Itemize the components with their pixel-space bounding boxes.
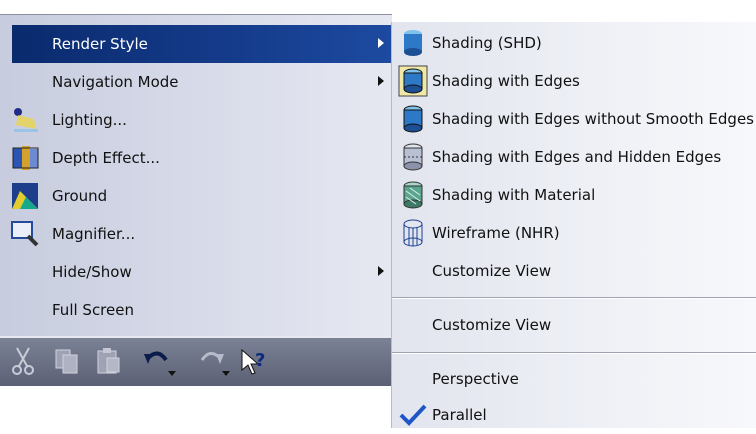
- submenu-item-shading[interactable]: Shading (SHD): [392, 24, 756, 62]
- menu-separator: [392, 352, 756, 354]
- shading-hidden-edges-icon: [403, 143, 423, 171]
- submenu-item-shading-material[interactable]: Shading with Material: [392, 176, 756, 214]
- copy-icon: [55, 349, 78, 374]
- submenu-item-customize-view-2[interactable]: Customize View: [392, 306, 756, 344]
- submenu-item-label: Wireframe (NHR): [432, 224, 560, 242]
- submenu-item-wireframe[interactable]: Wireframe (NHR): [392, 214, 756, 252]
- dropdown-arrow-icon[interactable]: [168, 371, 176, 376]
- submenu-item-label: Shading with Edges without Smooth Edges: [432, 110, 754, 128]
- menu-item-label: Ground: [52, 187, 108, 205]
- submenu-item-shading-hidden-edges[interactable]: Shading with Edges and Hidden Edges: [392, 138, 756, 176]
- menu-item-render-style[interactable]: Render Style: [12, 25, 392, 63]
- submenu-item-label: Customize View: [432, 316, 552, 334]
- menu-item-label: Depth Effect...: [52, 149, 160, 167]
- menu-item-label: Hide/Show: [52, 263, 132, 281]
- svg-text:?: ?: [255, 350, 265, 371]
- menu-item-full-screen[interactable]: Full Screen: [0, 291, 392, 329]
- dropdown-arrow-icon[interactable]: [222, 371, 230, 376]
- submenu-arrow-icon: [378, 38, 384, 48]
- wireframe-icon: [403, 219, 423, 247]
- cut-icon: [12, 347, 34, 375]
- ground-icon: [12, 183, 38, 209]
- submenu-item-label: Shading with Edges: [432, 72, 580, 90]
- edit-toolbar: ?: [0, 336, 392, 386]
- submenu-item-label: Shading with Edges and Hidden Edges: [432, 148, 722, 166]
- shading-material-icon: [403, 181, 423, 209]
- shading-edges-icon: [398, 65, 428, 97]
- menu-separator: [392, 297, 756, 299]
- menu-item-label: Navigation Mode: [52, 73, 179, 91]
- submenu-item-label: Perspective: [432, 370, 519, 388]
- whats-this-icon: ?: [241, 348, 265, 375]
- menu-item-lighting[interactable]: Lighting...: [0, 101, 392, 139]
- view-context-menu: Render Style Navigation Mode Lighting...…: [0, 14, 392, 337]
- submenu-item-shading-edges-no-smooth[interactable]: Shading with Edges without Smooth Edges: [392, 100, 756, 138]
- whats-this-button[interactable]: ?: [238, 344, 268, 378]
- menu-item-label: Magnifier...: [52, 225, 136, 243]
- submenu-item-label: Shading (SHD): [432, 34, 542, 52]
- copy-button[interactable]: [52, 344, 82, 378]
- magnifier-icon: [11, 221, 39, 247]
- lighting-icon: [14, 108, 38, 132]
- shading-edges-no-smooth-icon: [403, 105, 423, 133]
- render-style-submenu: Shading (SHD) Shading with Edges Shading…: [391, 22, 756, 428]
- submenu-item-parallel[interactable]: Parallel: [392, 396, 756, 434]
- shading-icon: [404, 30, 422, 56]
- menu-item-label: Render Style: [52, 35, 148, 53]
- submenu-item-perspective[interactable]: Perspective: [392, 360, 756, 398]
- menu-item-depth-effect[interactable]: Depth Effect...: [0, 139, 392, 177]
- menu-item-ground[interactable]: Ground: [0, 177, 392, 215]
- submenu-item-label: Customize View: [432, 262, 552, 280]
- redo-button[interactable]: [196, 344, 230, 378]
- submenu-item-shading-with-edges[interactable]: Shading with Edges: [392, 62, 756, 100]
- depth-effect-icon: [12, 146, 39, 170]
- submenu-item-label: Parallel: [432, 406, 487, 424]
- cut-button[interactable]: [8, 344, 38, 378]
- submenu-arrow-icon: [378, 266, 384, 276]
- menu-item-navigation-mode[interactable]: Navigation Mode: [0, 63, 392, 101]
- menu-item-label: Lighting...: [52, 111, 127, 129]
- submenu-arrow-icon: [378, 76, 384, 86]
- submenu-item-customize-view[interactable]: Customize View: [392, 252, 756, 290]
- paste-icon: [97, 348, 120, 374]
- menu-item-hide-show[interactable]: Hide/Show: [0, 253, 392, 291]
- checkmark-icon: [399, 404, 427, 426]
- paste-button[interactable]: [94, 344, 124, 378]
- undo-button[interactable]: [142, 344, 176, 378]
- menu-item-label: Full Screen: [52, 301, 134, 319]
- submenu-item-label: Shading with Material: [432, 186, 596, 204]
- menu-item-magnifier[interactable]: Magnifier...: [0, 215, 392, 253]
